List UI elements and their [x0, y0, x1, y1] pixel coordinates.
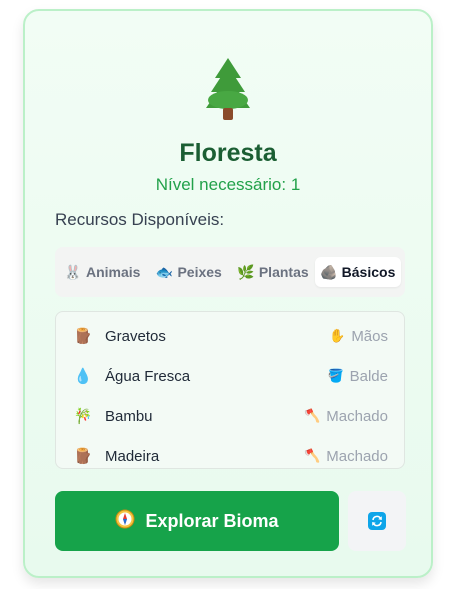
tab-label: Peixes: [177, 264, 222, 280]
required-tool: 🪣 Balde: [327, 368, 388, 385]
required-level: Nível necessário: 1: [155, 175, 301, 194]
tab-animais[interactable]: 🐰 Animais: [61, 257, 144, 287]
axe-icon: 🪓: [304, 408, 321, 423]
resource-name: Gravetos: [105, 327, 166, 345]
tab-plantas[interactable]: 🌿 Plantas: [234, 257, 313, 287]
list-item: 🪵 Madeira 🪓 Machado: [56, 436, 404, 468]
required-tool: 🪓 Machado: [304, 408, 388, 425]
bucket-icon: 🪣: [327, 368, 344, 383]
tool-name: Machado: [326, 407, 388, 425]
required-tool: 🪓 Machado: [304, 448, 388, 465]
fish-icon: 🐟: [155, 263, 174, 280]
list-item: 🎋 Bambu 🪓 Machado: [56, 396, 404, 436]
biome-card: Floresta Nível necessário: 1 Recursos Di…: [23, 9, 433, 578]
rock-icon: 🪨: [319, 263, 338, 280]
tab-basicos[interactable]: 🪨 Básicos: [314, 257, 402, 287]
required-tool: ✋ Mãos: [329, 328, 388, 345]
explore-label: Explorar Bioma: [145, 510, 279, 531]
resource-name: Água Fresca: [105, 367, 191, 385]
tool-name: Balde: [349, 367, 388, 385]
evergreen-tree-icon: [25, 56, 431, 122]
hand-icon: ✋: [329, 328, 346, 343]
wood-log-icon: 🪵: [73, 328, 93, 345]
resource-name: Madeira: [105, 447, 160, 465]
compass-icon: [115, 509, 135, 534]
axe-icon: 🪓: [304, 448, 321, 463]
herb-icon: 🌿: [237, 263, 255, 280]
refresh-button[interactable]: [348, 491, 406, 551]
resource-name: Bambu: [105, 407, 153, 425]
tab-peixes[interactable]: 🐟 Peixes: [152, 257, 225, 287]
tool-name: Mãos: [351, 327, 388, 345]
rabbit-icon: 🐰: [64, 263, 82, 280]
tab-label: Básicos: [341, 264, 396, 280]
resources-heading: Recursos Disponíveis:: [55, 210, 225, 229]
bamboo-icon: 🎋: [73, 408, 93, 425]
tool-name: Machado: [326, 447, 388, 465]
water-drop-icon: 💧: [73, 368, 93, 385]
list-item: 💧 Água Fresca 🪣 Balde: [56, 356, 404, 396]
tab-label: Animais: [86, 264, 141, 280]
biome-title: Floresta: [179, 139, 277, 167]
wood-log-icon: 🪵: [73, 448, 93, 465]
tab-label: Plantas: [258, 264, 309, 280]
resource-tabs: 🐰 Animais 🐟 Peixes 🌿 Plantas 🪨 Básicos: [55, 247, 405, 297]
list-item: 🪵 Gravetos ✋ Mãos: [56, 316, 404, 356]
explore-biome-button[interactable]: Explorar Bioma: [55, 491, 339, 551]
resource-list[interactable]: 🪵 Gravetos ✋ Mãos 💧 Água Fresca 🪣 Balde …: [55, 311, 405, 469]
refresh-icon: [368, 512, 386, 530]
